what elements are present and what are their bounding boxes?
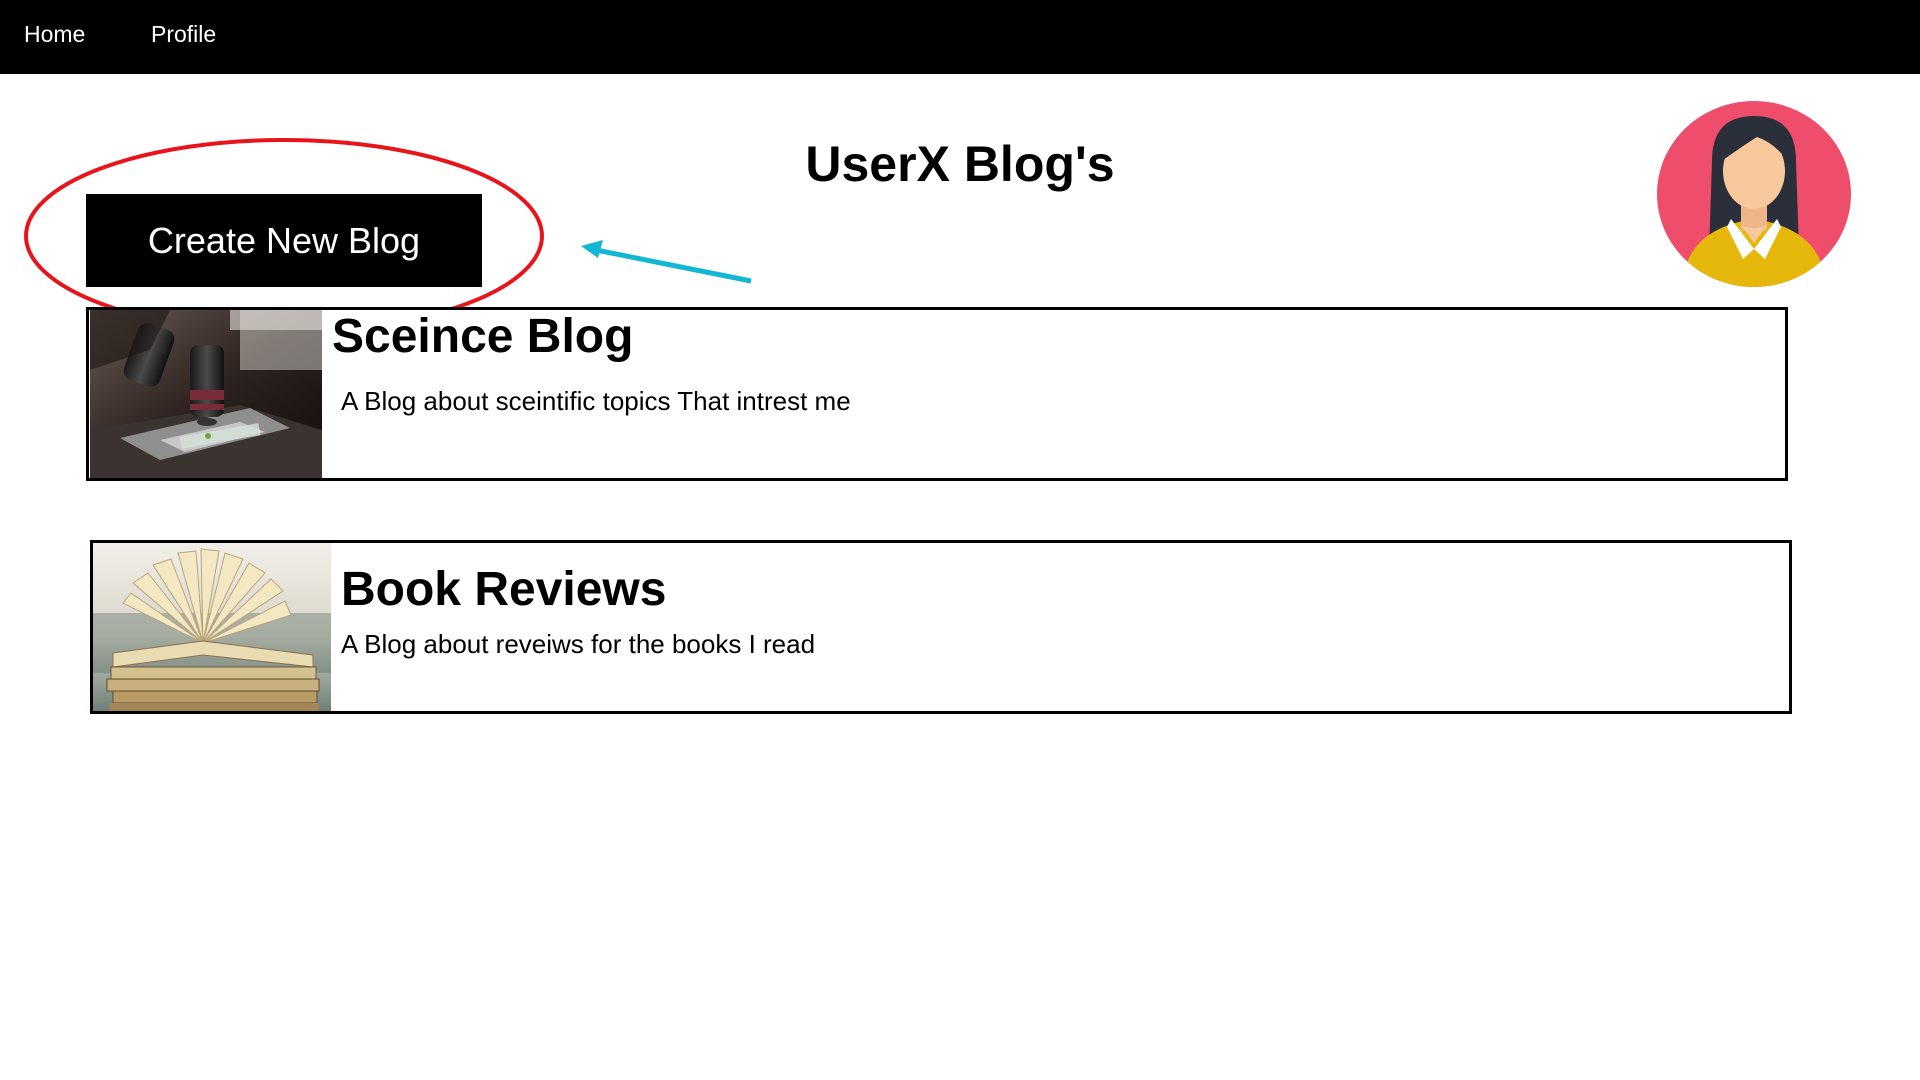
pointer-arrow (595, 247, 752, 284)
top-navbar: Home Profile (0, 0, 1920, 74)
nav-profile-link[interactable]: Profile (151, 0, 216, 68)
nav-home-link[interactable]: Home (24, 0, 85, 68)
page-title: UserX Blog's (805, 136, 1115, 192)
blog-card[interactable]: Book Reviews A Blog about reveiws for th… (90, 540, 1792, 714)
books-image (93, 543, 331, 711)
blog-title: Sceince Blog (332, 310, 634, 363)
blog-description: A Blog about reveiws for the books I rea… (341, 629, 816, 659)
create-new-blog-button[interactable]: Create New Blog (86, 194, 482, 287)
blog-title: Book Reviews (341, 563, 667, 616)
pointer-arrowhead (581, 240, 603, 258)
blog-card[interactable]: Sceince Blog A Blog about sceintific top… (86, 307, 1788, 481)
blog-description: A Blog about sceintific topics That intr… (341, 386, 851, 416)
microscope-image (90, 310, 322, 478)
user-avatar-icon[interactable] (1657, 101, 1851, 287)
